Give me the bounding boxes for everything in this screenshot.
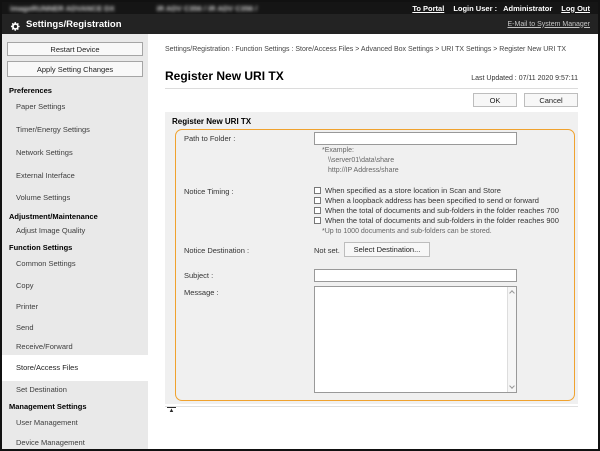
last-updated: Last Updated : 07/11 2020 9:57:11 — [471, 75, 578, 82]
form-actions: OK Cancel — [473, 93, 578, 107]
path-to-folder-input[interactable] — [314, 132, 517, 145]
sidebar-item-paper-settings[interactable]: Paper Settings — [2, 102, 148, 112]
panel-title: Register New URI TX — [172, 117, 251, 126]
sidebar-item-device-management[interactable]: Device Management — [2, 438, 148, 448]
select-destination-button[interactable]: Select Destination... — [344, 242, 430, 257]
sidebar-item-external-interface[interactable]: External Interface — [2, 171, 148, 181]
sidebar-item-network-settings[interactable]: Network Settings — [2, 148, 148, 158]
back-to-top-icon[interactable]: ▲ — [167, 407, 176, 414]
notice-note: *Up to 1000 documents and sub-folders ca… — [322, 228, 492, 235]
sidebar-item-timer-energy-settings[interactable]: Timer/Energy Settings — [2, 125, 148, 135]
breadcrumb: Settings/Registration : Function Setting… — [165, 45, 579, 55]
sidebar-item-set-destination[interactable]: Set Destination — [2, 385, 148, 395]
path-example-text: *Example: \\server01\data\share http://I… — [322, 146, 399, 176]
sidebar-item-common-settings[interactable]: Common Settings — [2, 259, 148, 269]
chevron-up-icon[interactable] — [509, 290, 515, 296]
page-title: Register New URI TX — [165, 69, 284, 83]
sidebar-item-store-access-files[interactable]: Store/Access Files — [2, 355, 148, 381]
sidebar-item-user-management[interactable]: User Management — [2, 418, 148, 428]
notice-option-label-3: When the total of documents and sub-fold… — [325, 206, 559, 215]
device-name: imageRUNNER ADVANCE DX — [10, 4, 115, 13]
login-user-value: Administrator — [503, 4, 552, 13]
sidebar-section-management-settings: Management Settings — [2, 402, 148, 412]
sidebar-item-copy[interactable]: Copy — [2, 281, 148, 291]
example-unc-path: \\server01\data\share — [322, 156, 399, 166]
notice-option-label-1: When specified as a store location in Sc… — [325, 186, 501, 195]
example-http-path: http://IP Address/share — [322, 166, 399, 176]
checkbox-icon[interactable] — [314, 207, 321, 214]
login-user-label: Login User : — [453, 4, 497, 13]
sidebar-section-adjustment-maintenance: Adjustment/Maintenance — [2, 212, 148, 222]
sidebar-item-adjust-image-quality[interactable]: Adjust Image Quality — [2, 226, 148, 236]
subject-label: Subject : — [184, 271, 213, 280]
sidebar-section-function-settings: Function Settings — [2, 243, 148, 253]
message-scrollbar[interactable] — [507, 287, 516, 392]
notice-option-label-4: When the total of documents and sub-fold… — [325, 216, 559, 225]
sidebar-section-preferences: Preferences — [2, 86, 148, 96]
notice-destination-label: Notice Destination : — [184, 246, 249, 255]
example-title: *Example: — [322, 146, 399, 156]
path-to-folder-label: Path to Folder : — [184, 134, 235, 143]
sidebar-item-volume-settings[interactable]: Volume Settings — [2, 193, 148, 203]
sidebar-item-printer[interactable]: Printer — [2, 302, 148, 312]
sidebar-item-receive-forward[interactable]: Receive/Forward — [2, 342, 148, 352]
restart-device-button[interactable]: Restart Device — [7, 42, 143, 56]
device-models: iR ADV C356 / iR ADV C356 / — [157, 4, 258, 13]
notice-option-row-1[interactable]: When specified as a store location in Sc… — [314, 185, 501, 195]
apply-setting-changes-button[interactable]: Apply Setting Changes — [7, 61, 143, 77]
device-bar: imageRUNNER ADVANCE DX iR ADV C356 / iR … — [2, 2, 598, 14]
checkbox-icon[interactable] — [314, 217, 321, 224]
to-portal-link[interactable]: To Portal — [412, 4, 444, 13]
notice-option-row-3[interactable]: When the total of documents and sub-fold… — [314, 205, 559, 215]
ok-button[interactable]: OK — [473, 93, 517, 107]
notice-option-row-4[interactable]: When the total of documents and sub-fold… — [314, 215, 559, 225]
email-system-manager-link[interactable]: E-Mail to System Manager — [508, 21, 590, 28]
title-separator — [165, 88, 578, 89]
browser-page: imageRUNNER ADVANCE DX iR ADV C356 / iR … — [0, 0, 600, 451]
app-bar: Settings/Registration E-Mail to System M… — [2, 14, 598, 34]
gear-icon — [10, 19, 21, 30]
message-label: Message : — [184, 288, 219, 297]
cancel-button[interactable]: Cancel — [524, 93, 578, 107]
app-title: Settings/Registration — [26, 19, 122, 30]
notice-destination-value: Not set. — [314, 246, 340, 255]
notice-timing-label: Notice Timing : — [184, 187, 234, 196]
sidebar-item-send[interactable]: Send — [2, 323, 148, 333]
subject-input[interactable] — [314, 269, 517, 282]
bottom-separator — [165, 406, 578, 407]
chevron-down-icon[interactable] — [509, 383, 515, 389]
settings-sidebar: Restart Device Apply Setting Changes Pre… — [2, 34, 148, 449]
notice-option-label-2: When a loopback address has been specifi… — [325, 196, 539, 205]
checkbox-icon[interactable] — [314, 187, 321, 194]
register-form-box: Path to Folder : *Example: \\server01\da… — [175, 129, 575, 401]
register-panel: Register New URI TX Path to Folder : *Ex… — [165, 112, 578, 404]
checkbox-icon[interactable] — [314, 197, 321, 204]
log-out-link[interactable]: Log Out — [561, 4, 590, 13]
notice-option-row-2[interactable]: When a loopback address has been specifi… — [314, 195, 539, 205]
message-textarea[interactable] — [314, 286, 517, 393]
